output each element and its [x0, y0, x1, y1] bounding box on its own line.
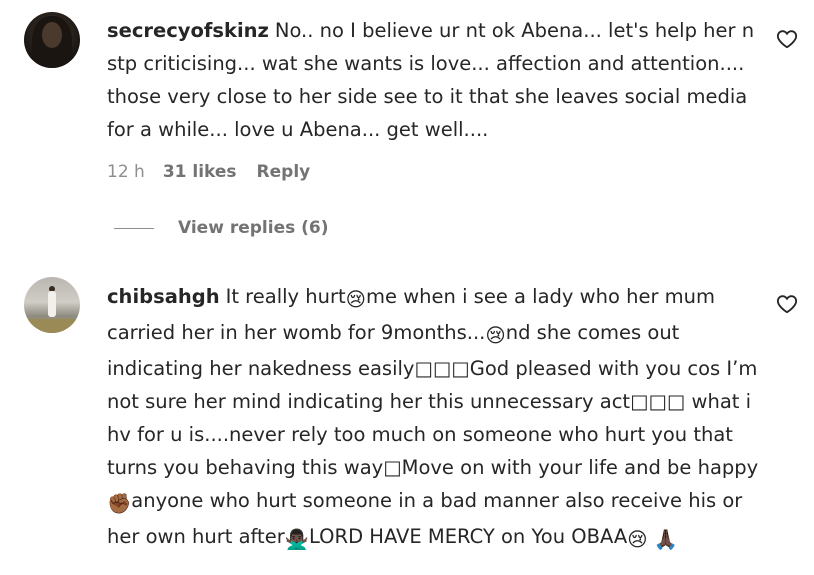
crying-face-emoji: 😢	[485, 324, 506, 347]
view-replies-button[interactable]: View replies (6)	[114, 218, 329, 238]
likes-count[interactable]: 31 likes	[163, 162, 237, 182]
comment-text: chibsahgh It really hurt😢me when i see a …	[107, 280, 767, 556]
comment-body-3: nd she comes out indicating her nakednes…	[107, 321, 759, 479]
avatar-ground	[24, 319, 80, 333]
gesturing-no-emoji: 🙅🏿‍♂️	[284, 528, 309, 551]
comment-text: secrecyofskinz No.. no I believe ur nt ok…	[107, 14, 767, 146]
timestamp: 12 h	[107, 162, 145, 182]
comment-body-1: It really hurt	[225, 285, 346, 308]
comment-body-5: LORD HAVE MERCY on You OBAA	[309, 525, 628, 548]
avatar[interactable]	[24, 12, 80, 68]
heart-icon[interactable]	[776, 293, 798, 315]
avatar-face	[42, 22, 62, 48]
username[interactable]: secrecyofskinz	[107, 19, 269, 42]
crying-face-emoji: 😢	[627, 528, 648, 551]
avatar[interactable]	[24, 277, 80, 333]
folded-hands-emoji: 🙏🏿	[653, 528, 679, 551]
avatar-figure	[48, 291, 56, 317]
username[interactable]: chibsahgh	[107, 285, 220, 308]
reply-button[interactable]: Reply	[257, 162, 311, 182]
divider-line	[114, 227, 154, 229]
crying-face-emoji: 😢	[345, 288, 367, 311]
raised-fist-emoji: ✊🏾	[107, 492, 132, 515]
view-replies-label: View replies (6)	[178, 218, 329, 238]
comment-meta: 12 h 31 likes Reply	[107, 162, 310, 182]
heart-icon[interactable]	[776, 28, 798, 50]
